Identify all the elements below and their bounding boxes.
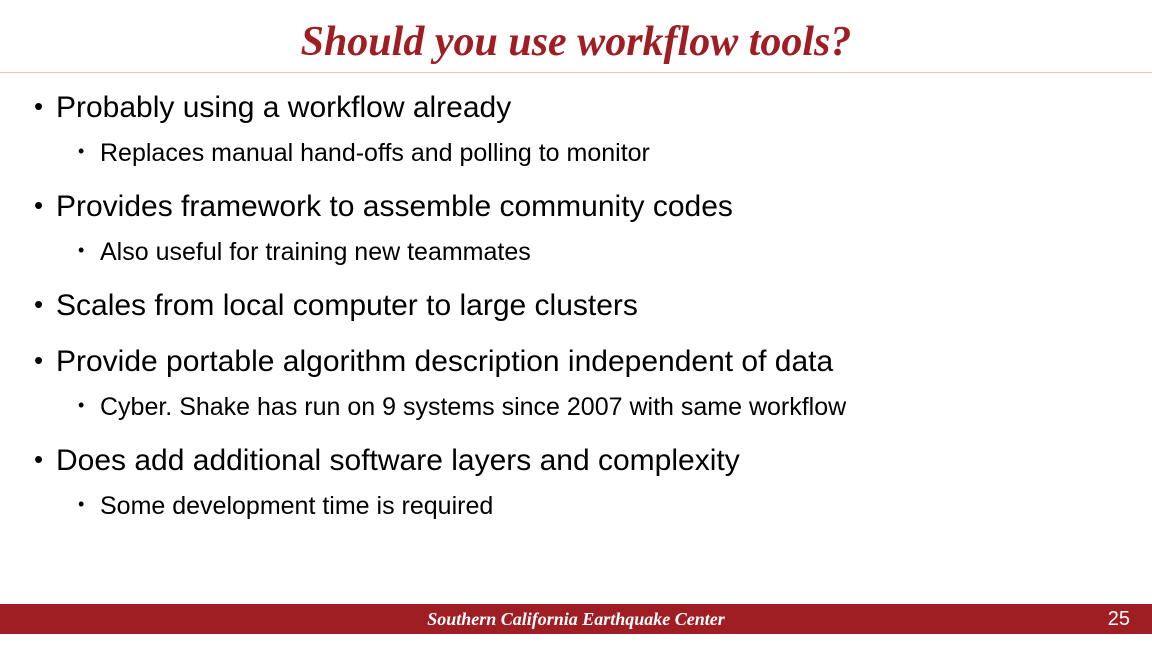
list-item: Replaces manual hand-offs and polling to… bbox=[76, 139, 1122, 168]
sub-list: Cyber. Shake has run on 9 systems since … bbox=[56, 393, 1122, 422]
bullet-text: Scales from local computer to large clus… bbox=[56, 289, 638, 322]
list-item: Provides framework to assemble community… bbox=[30, 190, 1122, 267]
slide: Should you use workflow tools? Probably … bbox=[0, 0, 1152, 648]
list-item: Probably using a workflow already Replac… bbox=[30, 91, 1122, 168]
list-item: Also useful for training new teammates bbox=[76, 238, 1122, 267]
bullet-text: Replaces manual hand-offs and polling to… bbox=[100, 139, 650, 167]
bullet-text: Does add additional software layers and … bbox=[56, 444, 740, 477]
sub-list: Some development time is required bbox=[56, 492, 1122, 521]
list-item: Provide portable algorithm description i… bbox=[30, 345, 1122, 422]
footer-org: Southern California Earthquake Center bbox=[427, 609, 725, 630]
bullet-text: Also useful for training new teammates bbox=[100, 238, 531, 266]
bullet-text: Some development time is required bbox=[100, 492, 493, 520]
footer-bar: Southern California Earthquake Center 25 bbox=[0, 604, 1152, 634]
sub-list: Also useful for training new teammates bbox=[56, 238, 1122, 267]
page-number: 25 bbox=[1108, 608, 1130, 631]
list-item: Scales from local computer to large clus… bbox=[30, 289, 1122, 323]
sub-list: Replaces manual hand-offs and polling to… bbox=[56, 139, 1122, 168]
list-item: Cyber. Shake has run on 9 systems since … bbox=[76, 393, 1122, 422]
slide-title: Should you use workflow tools? bbox=[0, 0, 1152, 72]
list-item: Some development time is required bbox=[76, 492, 1122, 521]
slide-content: Probably using a workflow already Replac… bbox=[0, 83, 1152, 521]
bullet-text: Cyber. Shake has run on 9 systems since … bbox=[100, 393, 846, 421]
title-rule bbox=[0, 72, 1152, 73]
bullet-text: Provides framework to assemble community… bbox=[56, 190, 733, 223]
bullet-text: Probably using a workflow already bbox=[56, 91, 511, 124]
bullet-text: Provide portable algorithm description i… bbox=[56, 345, 833, 378]
bullet-list: Probably using a workflow already Replac… bbox=[30, 91, 1122, 521]
list-item: Does add additional software layers and … bbox=[30, 444, 1122, 521]
